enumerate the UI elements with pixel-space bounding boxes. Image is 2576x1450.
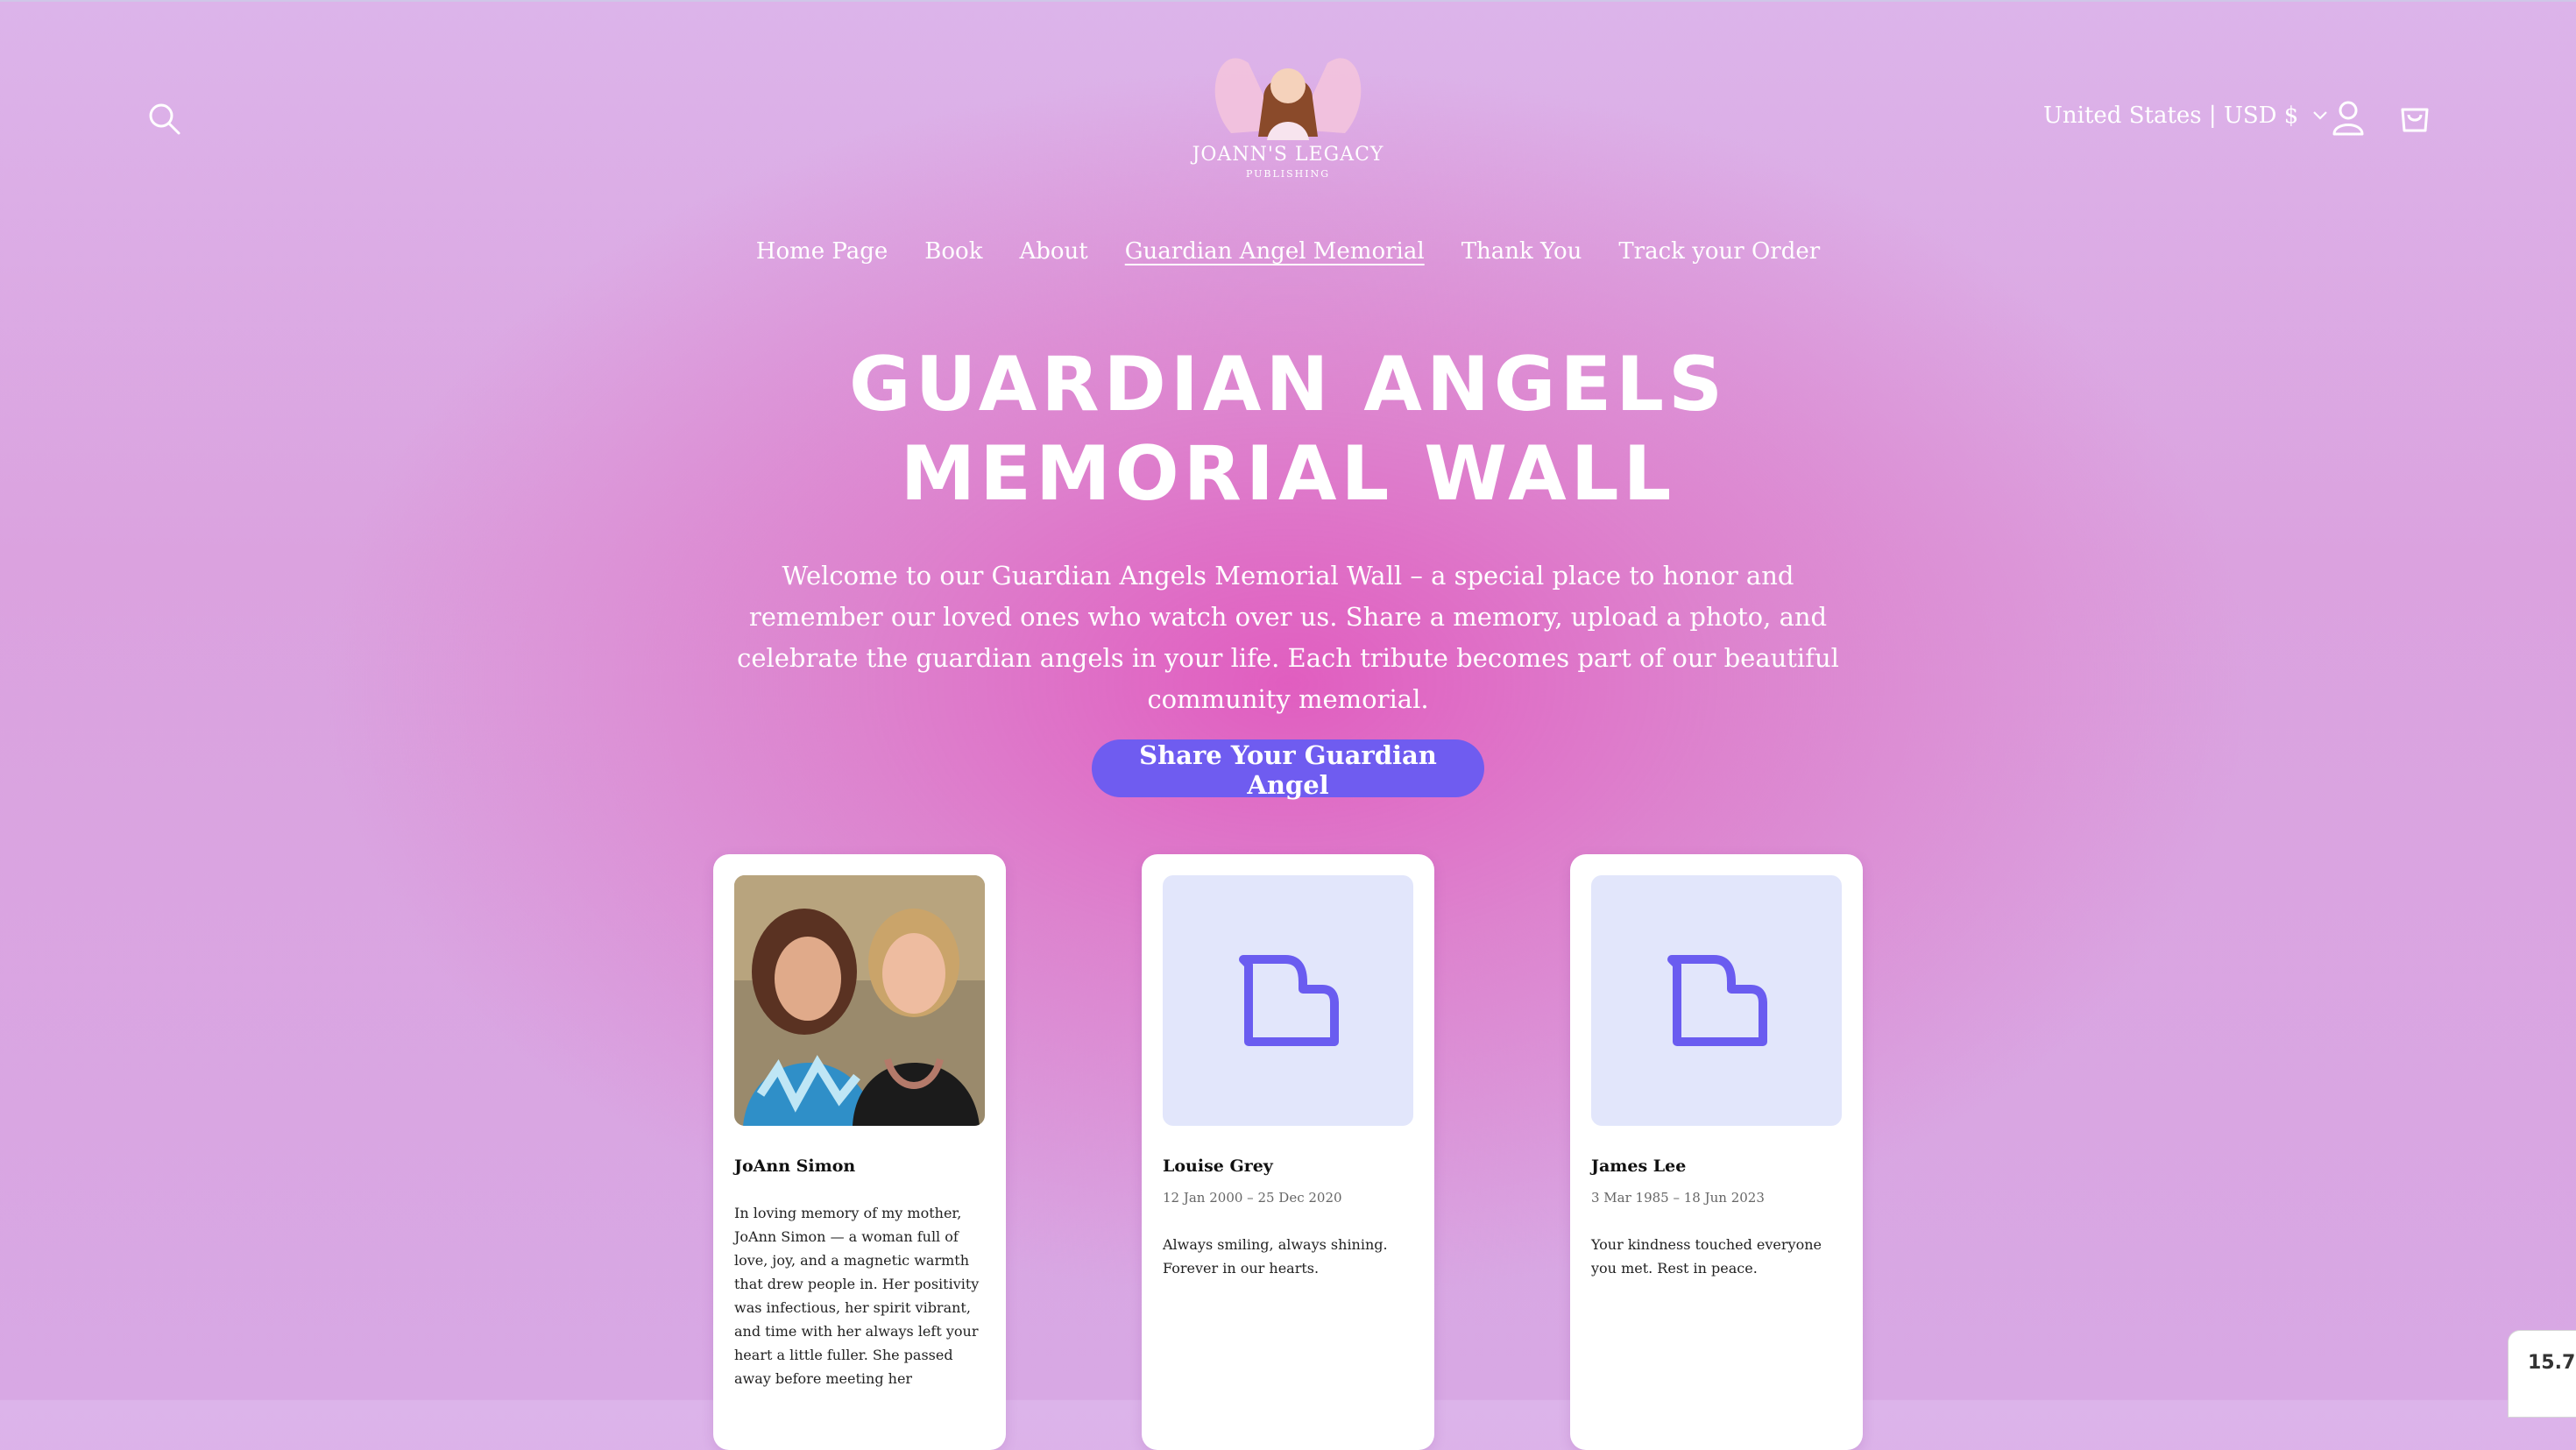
memorial-name: JoAnn Simon (734, 1156, 856, 1176)
locale-label: United States | USD $ (2043, 103, 2299, 129)
page-title-line-2: MEMORIAL WALL (900, 430, 1676, 518)
memorial-dates: 3 Mar 1985 – 18 Jun 2023 (1591, 1190, 1765, 1206)
search-button[interactable] (140, 95, 189, 144)
nav-track-your-order[interactable]: Track your Order (1618, 238, 1820, 265)
nav-guardian-angel-memorial[interactable]: Guardian Angel Memorial (1125, 238, 1425, 265)
placeholder-image-icon (1667, 955, 1767, 1046)
main-nav: Home Page Book About Guardian Angel Memo… (0, 238, 2576, 265)
angel-logo-icon (1214, 58, 1362, 140)
logo-text: JOANN'S LEGACY (1192, 144, 1384, 166)
zoom-badge[interactable]: 15.7 (2508, 1330, 2576, 1418)
cart-button[interactable] (2390, 93, 2439, 142)
memorial-name: James Lee (1591, 1156, 1687, 1176)
memorial-message: In loving memory of my mother, JoAnn Sim… (734, 1205, 980, 1387)
top-border (0, 0, 2576, 2)
page-title-line-1: GUARDIAN ANGELS (848, 341, 1728, 428)
memorial-message: Your kindness touched everyone you met. … (1591, 1236, 1822, 1277)
memorial-card[interactable]: James Lee 3 Mar 1985 – 18 Jun 2023 Your … (1570, 854, 1863, 1450)
nav-thank-you[interactable]: Thank You (1461, 238, 1582, 265)
nav-home-page[interactable]: Home Page (756, 238, 888, 265)
page-title: GUARDIAN ANGELS MEMORIAL WALL (0, 340, 2576, 519)
cart-icon (2401, 108, 2429, 132)
user-icon (2332, 101, 2364, 136)
locale-selector[interactable]: United States | USD $ (2043, 98, 2328, 133)
memorial-photo-placeholder (1163, 875, 1413, 1126)
logo[interactable]: JOANN'S LEGACY PUBLISHING (1183, 46, 1393, 186)
intro-text: Welcome to our Guardian Angels Memorial … (737, 561, 1839, 714)
memorial-card[interactable]: Louise Grey 12 Jan 2000 – 25 Dec 2020 Al… (1142, 854, 1434, 1450)
share-guardian-angel-button[interactable]: Share Your Guardian Angel (1092, 739, 1484, 800)
account-button[interactable] (2324, 93, 2373, 142)
nav-book[interactable]: Book (924, 238, 982, 265)
logo-subtext: PUBLISHING (1245, 168, 1331, 180)
memorial-photo (734, 875, 985, 1126)
memorial-dates: 12 Jan 2000 – 25 Dec 2020 (1163, 1190, 1342, 1206)
nav-about[interactable]: About (1019, 238, 1087, 265)
memorial-message: Always smiling, always shining. Forever … (1163, 1236, 1388, 1277)
memorial-card[interactable]: JoAnn Simon In loving memory of my mothe… (713, 854, 1006, 1450)
memorial-photo-placeholder (1591, 875, 1842, 1126)
placeholder-image-icon (1239, 955, 1339, 1046)
search-icon (149, 103, 180, 135)
memorial-name: Louise Grey (1163, 1156, 1273, 1176)
